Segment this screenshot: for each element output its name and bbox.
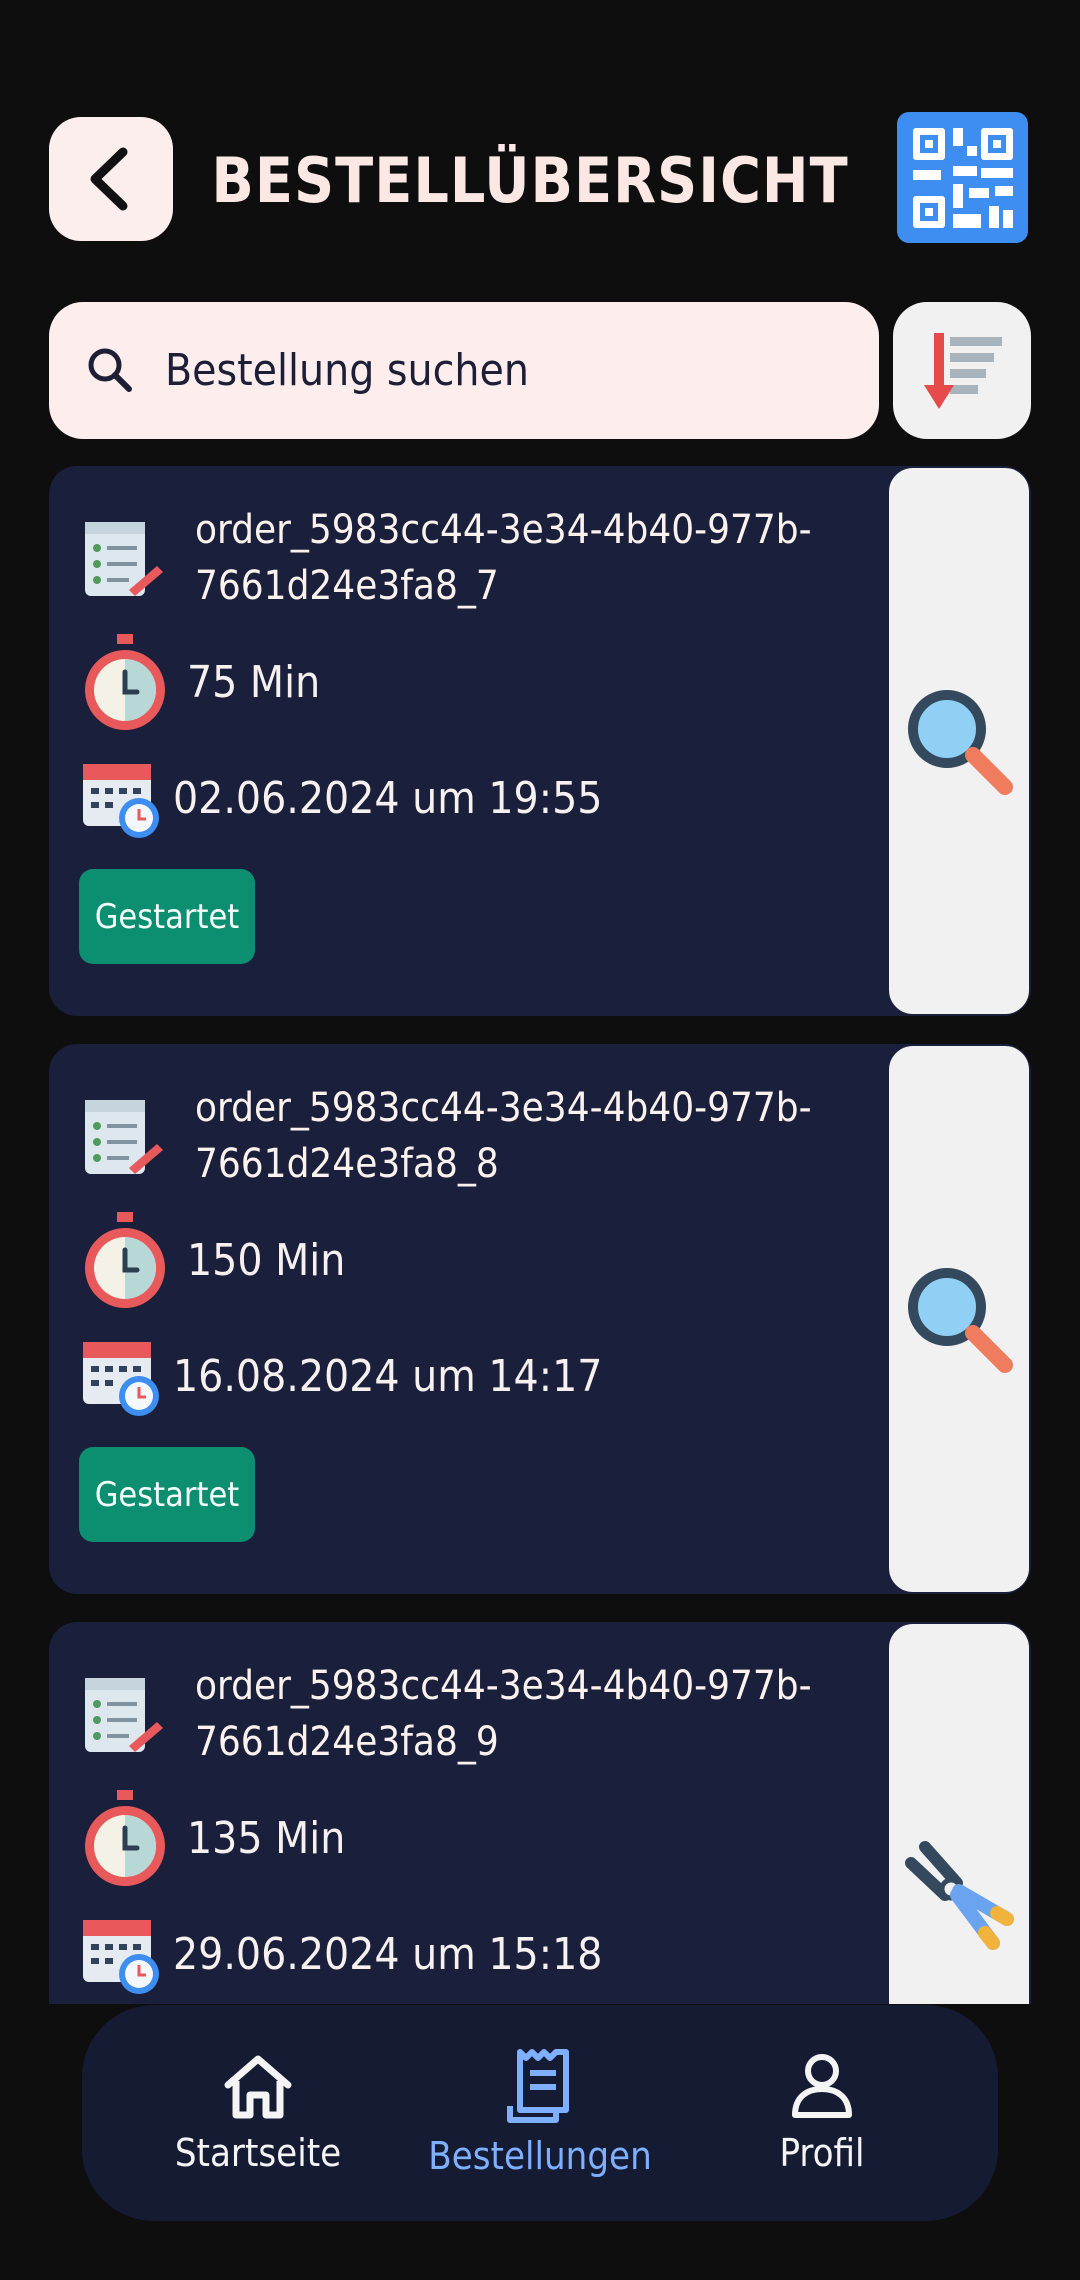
order-id: order_5983cc44-3e34-4b40-977b-7661d24e3f… bbox=[195, 1085, 812, 1187]
magnifier-icon bbox=[908, 690, 1013, 795]
bottom-nav: Startseite Bestellungen Profil bbox=[82, 2005, 998, 2221]
order-card[interactable]: order_5983cc44-3e34-4b40-977b-7661d24e3f… bbox=[49, 1622, 1031, 2004]
order-datetime: 29.06.2024 um 15:18 bbox=[173, 1928, 603, 1980]
qr-code-icon bbox=[912, 127, 1013, 228]
calendar-clock-icon bbox=[83, 764, 159, 838]
order-card[interactable]: order_5983cc44-3e34-4b40-977b-7661d24e3f… bbox=[49, 466, 1031, 1016]
receipt-icon bbox=[507, 2049, 569, 2123]
checklist-icon bbox=[85, 522, 163, 596]
sort-button[interactable] bbox=[893, 302, 1031, 439]
nav-label-orders: Bestellungen bbox=[428, 2134, 652, 2178]
order-datetime: 02.06.2024 um 19:55 bbox=[173, 772, 603, 824]
calendar-clock-icon bbox=[83, 1342, 159, 1416]
duration: 75 Min bbox=[187, 656, 321, 708]
order-edit-button[interactable] bbox=[887, 1622, 1031, 2004]
search-icon bbox=[88, 348, 132, 392]
magnifier-icon bbox=[908, 1268, 1013, 1373]
stopwatch-icon bbox=[85, 1790, 165, 1886]
order-card[interactable]: order_5983cc44-3e34-4b40-977b-7661d24e3f… bbox=[49, 1044, 1031, 1594]
stopwatch-icon bbox=[85, 634, 165, 730]
search-input[interactable] bbox=[163, 344, 817, 397]
order-id: order_5983cc44-3e34-4b40-977b-7661d24e3f… bbox=[195, 1663, 812, 1765]
chevron-left-icon bbox=[90, 147, 128, 211]
order-details-button[interactable] bbox=[887, 1044, 1031, 1594]
nav-label-profile: Profil bbox=[779, 2131, 865, 2175]
status-badge: Gestartet bbox=[79, 869, 255, 964]
pliers-icon bbox=[905, 1841, 1014, 1950]
search-bar[interactable] bbox=[49, 302, 879, 439]
qr-scan-button[interactable] bbox=[897, 112, 1028, 243]
nav-item-home[interactable]: Startseite bbox=[128, 2005, 388, 2221]
status-badge: Gestartet bbox=[79, 1447, 255, 1542]
stopwatch-icon bbox=[85, 1212, 165, 1308]
calendar-clock-icon bbox=[83, 1920, 159, 1994]
checklist-icon bbox=[85, 1100, 163, 1174]
order-id: order_5983cc44-3e34-4b40-977b-7661d24e3f… bbox=[195, 507, 812, 609]
duration: 135 Min bbox=[187, 1812, 346, 1864]
nav-label-home: Startseite bbox=[174, 2131, 342, 2175]
checklist-icon bbox=[85, 1678, 163, 1752]
page-title: BESTELLÜBERSICHT bbox=[211, 143, 849, 217]
nav-item-orders[interactable]: Bestellungen bbox=[410, 2005, 670, 2221]
user-icon bbox=[792, 2054, 852, 2118]
nav-item-profile[interactable]: Profil bbox=[692, 2005, 952, 2221]
duration: 150 Min bbox=[187, 1234, 346, 1286]
order-list[interactable]: order_5983cc44-3e34-4b40-977b-7661d24e3f… bbox=[0, 466, 1080, 2004]
order-datetime: 16.08.2024 um 14:17 bbox=[173, 1350, 603, 1402]
order-details-button[interactable] bbox=[887, 466, 1031, 1016]
sort-descending-icon bbox=[924, 332, 1002, 409]
home-icon bbox=[224, 2055, 292, 2119]
back-button[interactable] bbox=[49, 117, 173, 241]
